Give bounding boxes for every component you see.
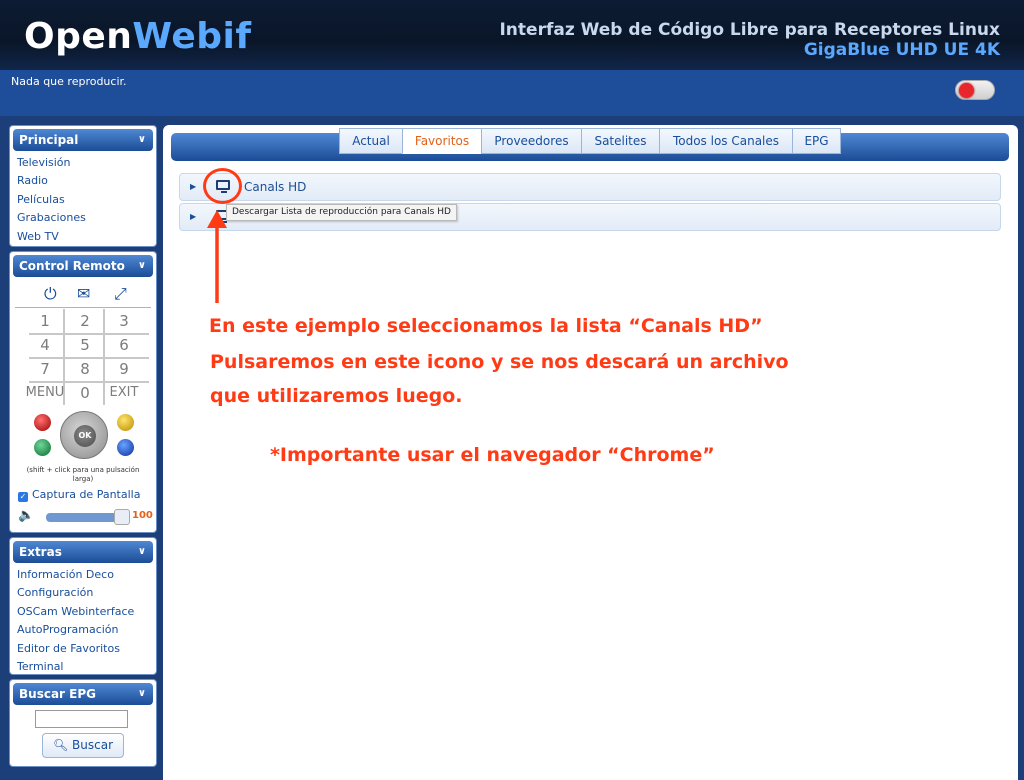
sidebar-item-movies[interactable]: Películas — [10, 191, 156, 209]
green-button[interactable] — [34, 439, 51, 456]
remote-header[interactable]: Control Remoto ∨ — [13, 255, 153, 277]
speaker-icon[interactable]: 🔈 — [18, 508, 34, 523]
volume-slider-handle[interactable] — [114, 509, 130, 525]
sidebar-item-device-info[interactable]: Información Deco — [10, 566, 156, 584]
direction-pad[interactable]: OK — [60, 411, 108, 459]
key-exit[interactable]: EXIT — [104, 381, 144, 405]
epg-search-input[interactable] — [35, 710, 128, 728]
envelope-icon[interactable]: ✉ — [77, 284, 90, 303]
key-7[interactable]: 7 — [25, 357, 65, 381]
power-toggle[interactable] — [955, 80, 995, 100]
openwebif-logo[interactable]: OpenWebif — [24, 16, 252, 57]
chevron-down-icon: ∨ — [137, 546, 146, 557]
blue-button[interactable] — [117, 439, 134, 456]
sidebar-item-webtv[interactable]: Web TV — [10, 228, 156, 246]
sidebar-item-oscam[interactable]: OSCam Webinterface — [10, 603, 156, 621]
chevron-down-icon: ∨ — [137, 134, 146, 145]
status-bar: Nada que reproducir. — [0, 70, 1024, 116]
sidebar-item-television[interactable]: Televisión — [10, 154, 156, 172]
logo-open: Open — [24, 16, 133, 57]
annotation-arrow-icon — [207, 210, 227, 303]
shift-hint-line-2: larga) — [72, 475, 94, 483]
sidebar-item-terminal[interactable]: Terminal — [10, 658, 156, 676]
sidebar-extras: Extras ∨ Información Deco Configuración … — [9, 537, 157, 675]
sidebar-epg-search: Buscar EPG ∨ 🔍︎ Buscar — [9, 679, 157, 767]
annotation-line-4: *Importante usar el navegador “Chrome” — [270, 444, 715, 466]
volume-value: 100 — [132, 510, 153, 521]
fullscreen-icon[interactable]: ⤢ — [114, 284, 127, 304]
sidebar-item-settings[interactable]: Configuración — [10, 584, 156, 602]
extras-header[interactable]: Extras ∨ — [13, 541, 153, 563]
sidebar-item-autotimer[interactable]: AutoProgramación — [10, 621, 156, 639]
key-4[interactable]: 4 — [25, 333, 65, 357]
tab-todos-los-canales[interactable]: Todos los Canales — [659, 128, 793, 154]
tab-actual[interactable]: Actual — [339, 128, 403, 154]
shift-hint: (shift + click para una pulsación larga) — [10, 466, 156, 484]
epg-search-button[interactable]: 🔍︎ Buscar — [42, 733, 124, 758]
power-indicator-icon — [959, 83, 974, 98]
key-3[interactable]: 3 — [104, 309, 144, 333]
remote-icon-row: ⏻ ✉ ⤢ — [15, 280, 151, 308]
sidebar-item-bouquet-editor[interactable]: Editor de Favoritos — [10, 640, 156, 658]
capture-label: Captura de Pantalla — [32, 488, 141, 501]
key-0[interactable]: 0 — [65, 381, 105, 405]
key-9[interactable]: 9 — [104, 357, 144, 381]
annotation-line-2: Pulsaremos en este icono y se nos descar… — [210, 351, 789, 373]
capture-checkbox[interactable]: ✓ Captura de Pantalla — [18, 488, 140, 502]
annotation-line-3: que utilizaremos luego. — [210, 385, 463, 407]
tab-satelites[interactable]: Satelites — [581, 128, 660, 154]
yellow-button[interactable] — [117, 414, 134, 431]
key-menu[interactable]: MENU — [25, 381, 65, 405]
header-subtitle: Interfaz Web de Código Libre para Recept… — [499, 20, 1000, 40]
chevron-down-icon: ∨ — [137, 260, 146, 271]
power-icon[interactable]: ⏻ — [44, 284, 57, 304]
epg-search-title: Buscar EPG — [19, 687, 96, 701]
expand-arrow-icon[interactable]: ▶ — [190, 212, 196, 221]
key-8[interactable]: 8 — [65, 357, 105, 381]
annotation-line-1: En este ejemplo seleccionamos la lista “… — [209, 315, 763, 337]
expand-arrow-icon[interactable]: ▶ — [190, 182, 196, 191]
header: OpenWebif Interfaz Web de Código Libre p… — [0, 0, 1024, 70]
remote-title: Control Remoto — [19, 259, 125, 273]
logo-webif: Webif — [132, 16, 252, 57]
ok-button[interactable]: OK — [74, 425, 96, 447]
annotation-circle — [203, 168, 242, 204]
now-playing-text: Nada que reproducir. — [11, 75, 127, 88]
key-6[interactable]: 6 — [104, 333, 144, 357]
shift-hint-line-1: (shift + click para una pulsación — [26, 466, 140, 474]
bouquet-row[interactable]: ▶ Canals HD — [179, 173, 1001, 201]
sidebar-principal: Principal ∨ Televisión Radio Películas G… — [9, 125, 157, 247]
extras-title: Extras — [19, 545, 62, 559]
receiver-model: GigaBlue UHD UE 4K — [803, 40, 1000, 60]
key-5[interactable]: 5 — [65, 333, 105, 357]
search-icon: 🔍︎ — [52, 738, 69, 752]
epg-search-header[interactable]: Buscar EPG ∨ — [13, 683, 153, 705]
download-playlist-tooltip: Descargar Lista de reproducción para Can… — [226, 204, 457, 221]
tab-epg[interactable]: EPG — [792, 128, 841, 154]
principal-header[interactable]: Principal ∨ — [13, 129, 153, 151]
tab-proveedores[interactable]: Proveedores — [481, 128, 582, 154]
sidebar-item-recordings[interactable]: Grabaciones — [10, 209, 156, 227]
red-button[interactable] — [34, 414, 51, 431]
chevron-down-icon: ∨ — [137, 688, 146, 699]
bouquet-name[interactable]: Canals HD — [244, 180, 306, 194]
key-1[interactable]: 1 — [25, 309, 65, 333]
checkbox-checked-icon[interactable]: ✓ — [18, 492, 28, 502]
key-2[interactable]: 2 — [65, 309, 105, 333]
tab-favoritos[interactable]: Favoritos — [402, 128, 482, 154]
header-title: Interfaz Web de Código Libre para Recept… — [499, 20, 1000, 60]
sidebar-item-radio[interactable]: Radio — [10, 172, 156, 190]
sidebar-remote: Control Remoto ∨ ⏻ ✉ ⤢ 1 2 3 4 5 6 7 8 9… — [9, 251, 157, 533]
epg-search-button-label: Buscar — [72, 738, 114, 752]
principal-title: Principal — [19, 133, 79, 147]
